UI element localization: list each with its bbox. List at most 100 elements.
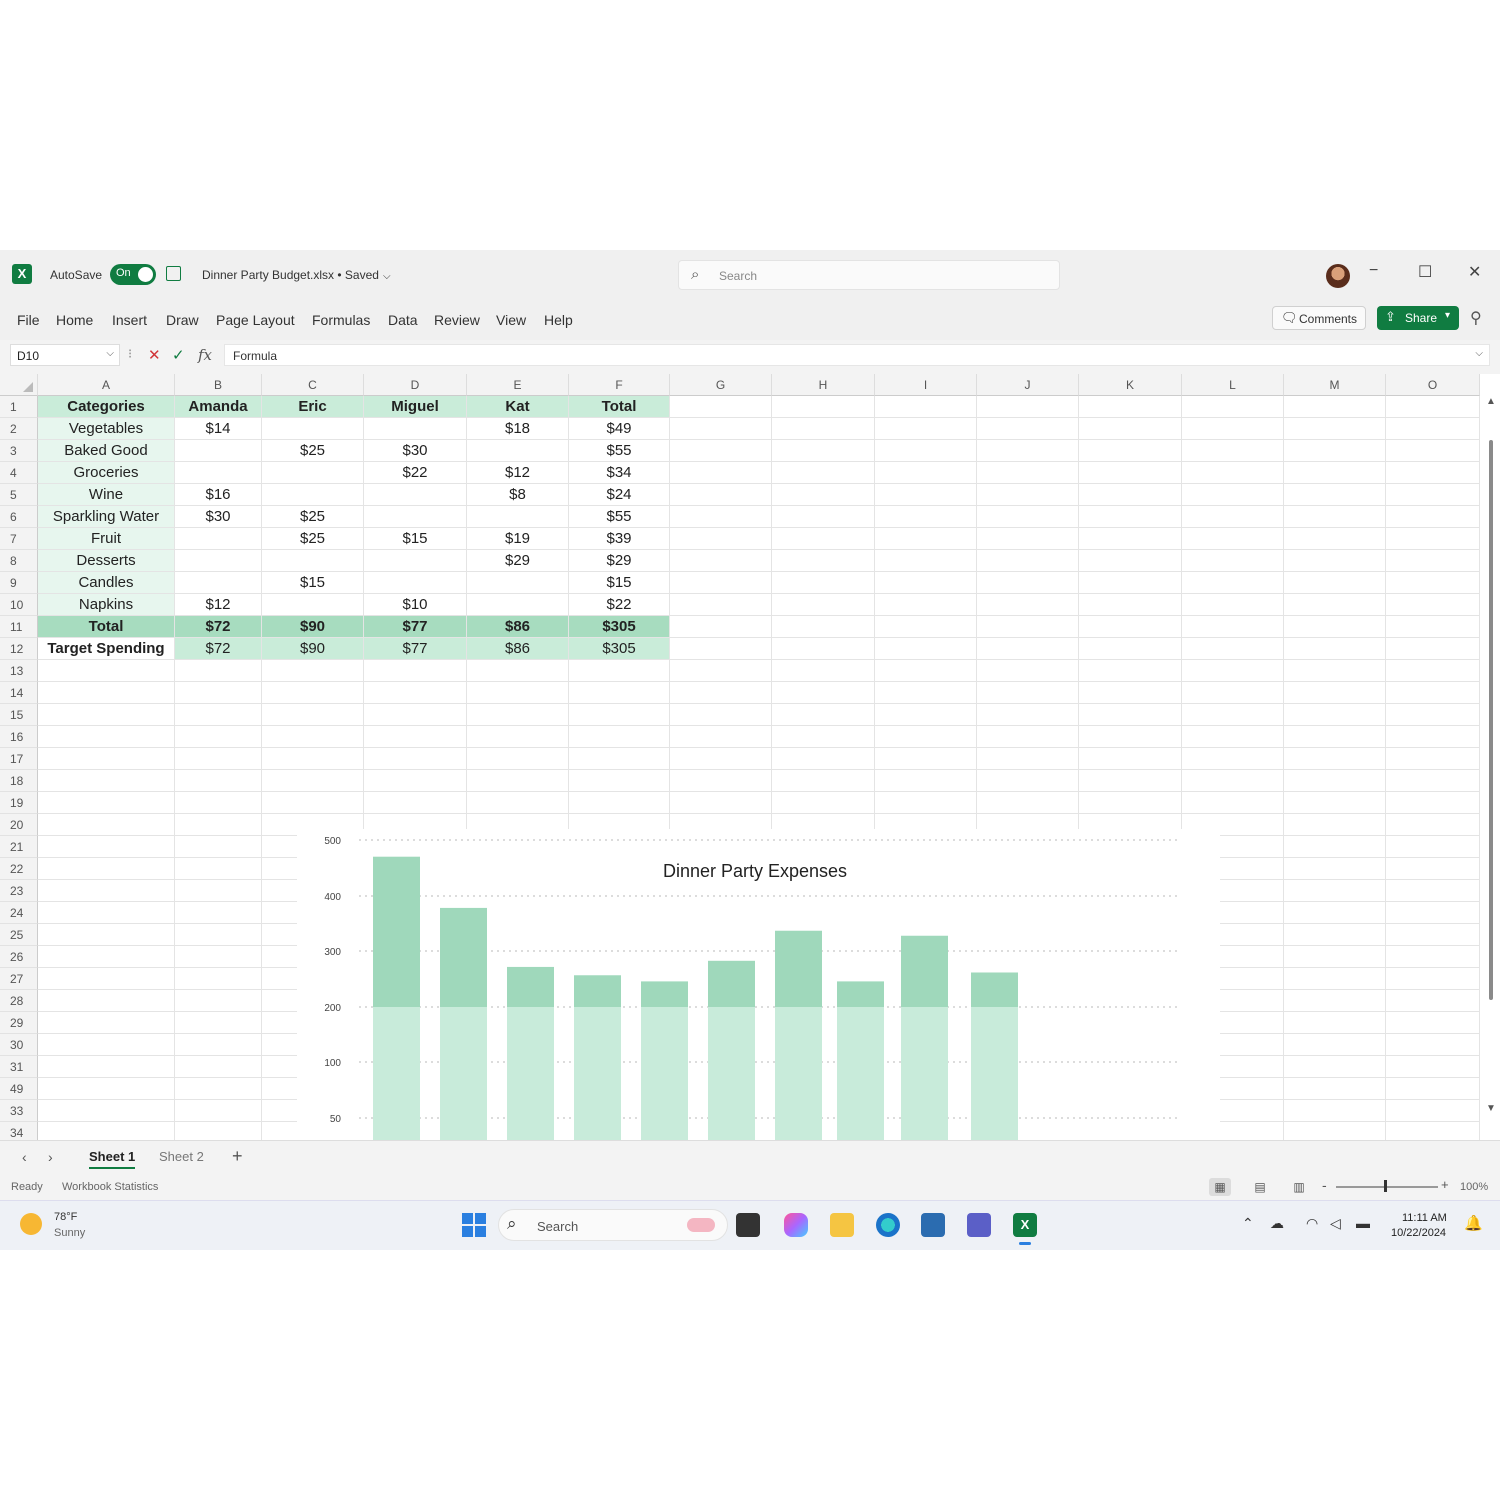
cell[interactable]: [467, 682, 569, 704]
cell[interactable]: [1182, 506, 1284, 528]
cell[interactable]: [175, 814, 262, 836]
total-cell[interactable]: $77: [364, 616, 467, 638]
cell[interactable]: [1284, 770, 1386, 792]
cell[interactable]: [1386, 616, 1480, 638]
cell[interactable]: [1182, 748, 1284, 770]
cell[interactable]: [175, 880, 262, 902]
cell[interactable]: [38, 814, 175, 836]
row-header[interactable]: 8: [0, 550, 38, 572]
cell[interactable]: [175, 1012, 262, 1034]
row-header[interactable]: 21: [0, 836, 38, 858]
task-view-icon[interactable]: [736, 1213, 760, 1237]
amount-cell[interactable]: [364, 572, 467, 594]
scroll-down-icon[interactable]: ▼: [1486, 1103, 1496, 1114]
onedrive-cloud-icon[interactable]: ☁: [1270, 1215, 1284, 1232]
cell[interactable]: [1079, 396, 1182, 418]
cell[interactable]: [467, 726, 569, 748]
total-cell[interactable]: $90: [262, 616, 364, 638]
category-cell[interactable]: Wine: [38, 484, 175, 506]
cell[interactable]: [1284, 462, 1386, 484]
volume-icon[interactable]: ◁: [1330, 1215, 1341, 1232]
cell[interactable]: [38, 704, 175, 726]
cell[interactable]: [875, 440, 977, 462]
normal-view-icon[interactable]: ▦: [1209, 1178, 1231, 1196]
document-title[interactable]: Dinner Party Budget.xlsx • Saved ⌵: [202, 268, 391, 282]
cell[interactable]: [1386, 726, 1480, 748]
cell[interactable]: [875, 770, 977, 792]
cell[interactable]: [1079, 506, 1182, 528]
sheet-tab-1[interactable]: Sheet 1: [89, 1149, 136, 1169]
select-all-corner[interactable]: [0, 374, 38, 396]
cell[interactable]: [1182, 770, 1284, 792]
amount-cell[interactable]: $12: [467, 462, 569, 484]
cell[interactable]: [1182, 682, 1284, 704]
amount-cell[interactable]: $55: [569, 440, 670, 462]
cell[interactable]: [1284, 946, 1386, 968]
copilot-pane-icon[interactable]: ⚲: [1470, 308, 1482, 328]
cell[interactable]: [38, 946, 175, 968]
cell[interactable]: [1284, 418, 1386, 440]
amount-cell[interactable]: $49: [569, 418, 670, 440]
save-icon[interactable]: [166, 266, 181, 281]
row-header[interactable]: 22: [0, 858, 38, 880]
more-options-icon[interactable]: ⁝: [128, 346, 132, 362]
cell[interactable]: [262, 682, 364, 704]
previous-sheet-icon[interactable]: ‹: [22, 1149, 27, 1165]
cell[interactable]: [467, 660, 569, 682]
header-cell[interactable]: Miguel: [364, 396, 467, 418]
tab-home[interactable]: Home: [56, 312, 93, 328]
amount-cell[interactable]: $25: [262, 506, 364, 528]
cell[interactable]: [977, 484, 1079, 506]
cell[interactable]: [1182, 660, 1284, 682]
row-header[interactable]: 23: [0, 880, 38, 902]
tab-view[interactable]: View: [496, 312, 526, 328]
cell[interactable]: [1284, 528, 1386, 550]
total-cell[interactable]: $72: [175, 616, 262, 638]
cell[interactable]: [1284, 814, 1386, 836]
cell[interactable]: [772, 418, 875, 440]
cell[interactable]: [569, 726, 670, 748]
cell[interactable]: [38, 902, 175, 924]
cell[interactable]: [1386, 858, 1480, 880]
cell[interactable]: [1182, 550, 1284, 572]
header-cell[interactable]: Eric: [262, 396, 364, 418]
row-header[interactable]: 5: [0, 484, 38, 506]
cell[interactable]: [1386, 1034, 1480, 1056]
cell[interactable]: [175, 946, 262, 968]
target-spending-cell[interactable]: $305: [569, 638, 670, 660]
taskbar-search[interactable]: ⌕ Search: [498, 1209, 728, 1241]
column-header[interactable]: L: [1182, 374, 1284, 396]
column-header[interactable]: B: [175, 374, 262, 396]
cell[interactable]: [1079, 616, 1182, 638]
spreadsheet-grid[interactable]: ▲ ▼ A B C D E F G H I J K L M O 1 2 3 4 5 6 7 8 9 10 11 12 13 14 15 1…: [0, 374, 1500, 1140]
cell[interactable]: [670, 528, 772, 550]
header-cell[interactable]: Total: [569, 396, 670, 418]
cell[interactable]: [1079, 638, 1182, 660]
row-header[interactable]: 2: [0, 418, 38, 440]
total-cell[interactable]: Total: [38, 616, 175, 638]
amount-cell[interactable]: [175, 440, 262, 462]
cell[interactable]: [175, 1122, 262, 1140]
cell[interactable]: [38, 1056, 175, 1078]
cell[interactable]: [772, 682, 875, 704]
cell[interactable]: [772, 484, 875, 506]
cell[interactable]: [977, 440, 1079, 462]
clock-time[interactable]: 11:11 AM: [1402, 1212, 1447, 1224]
cell[interactable]: [1079, 792, 1182, 814]
cell[interactable]: [875, 638, 977, 660]
cell[interactable]: [977, 726, 1079, 748]
cell[interactable]: [1386, 748, 1480, 770]
clock-date[interactable]: 10/22/2024: [1391, 1227, 1446, 1239]
row-header[interactable]: 12: [0, 638, 38, 660]
amount-cell[interactable]: $15: [364, 528, 467, 550]
cell[interactable]: [1284, 1122, 1386, 1140]
cell[interactable]: [977, 704, 1079, 726]
column-header[interactable]: E: [467, 374, 569, 396]
row-header[interactable]: 18: [0, 770, 38, 792]
row-header[interactable]: 17: [0, 748, 38, 770]
cell[interactable]: [1386, 946, 1480, 968]
row-header[interactable]: 19: [0, 792, 38, 814]
cell[interactable]: [772, 770, 875, 792]
cell[interactable]: [1284, 880, 1386, 902]
edge-browser-icon[interactable]: [876, 1213, 900, 1237]
